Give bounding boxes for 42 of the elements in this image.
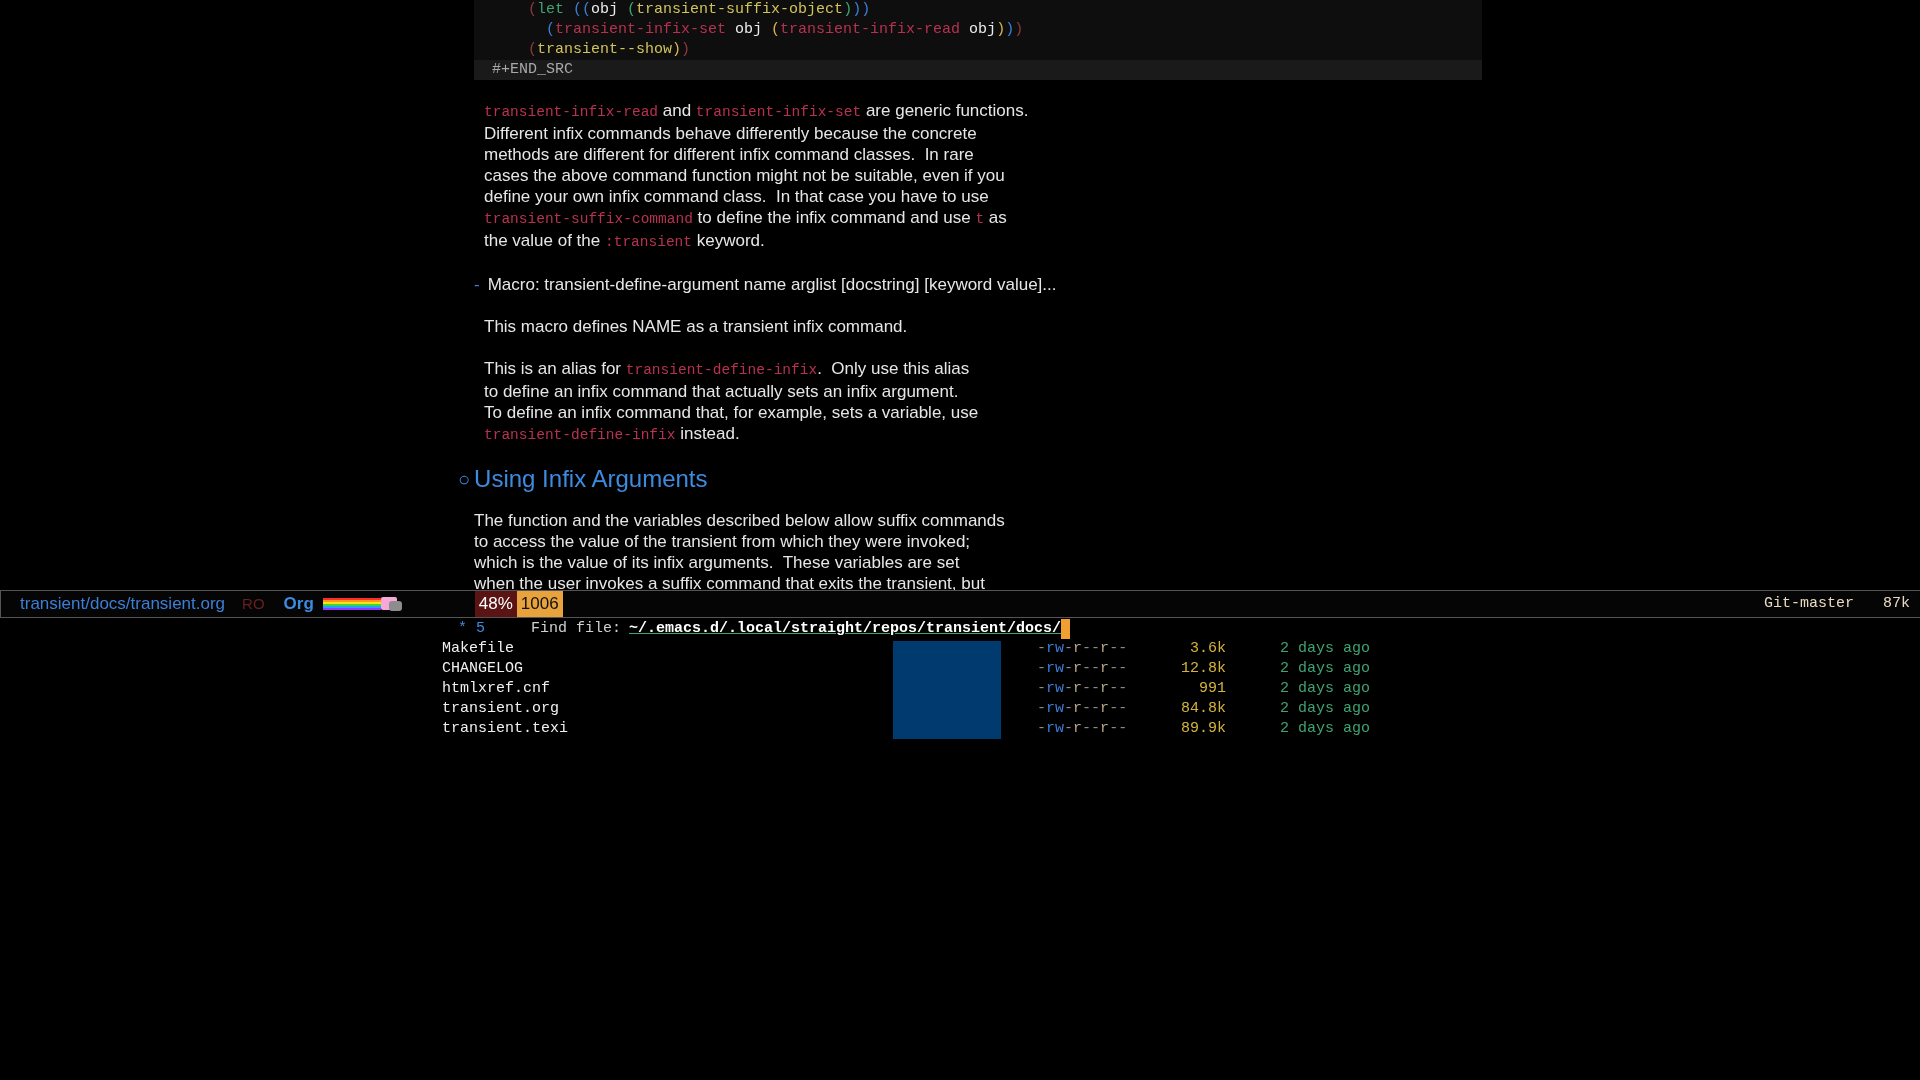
- vcs-branch: Git-master: [1763, 593, 1854, 614]
- file-size: 991: [1198, 679, 1226, 699]
- paragraph: This macro defines NAME as a transient infix command.: [483, 316, 908, 337]
- file-date: 2 days ago: [1280, 639, 1370, 659]
- buffer-name: transient/docs/transient.org: [20, 593, 226, 616]
- buffer-size: 87k: [1883, 593, 1910, 614]
- file-name[interactable]: Makefile: [442, 639, 893, 659]
- heading-bullet: ○: [458, 467, 471, 492]
- section-heading: Using Infix Arguments: [474, 464, 708, 494]
- paragraph: transient-infix-read and transient-infix-set are generic functions. Different infix commands behave differently because the concrete methods are different for different infix command classes. In rare cases the above command function might not be suitable, even if you define your own infix command class. In that case you have to use transient-suffix-command to define the infix command and use t as the value of the :transient keyword.: [483, 100, 1029, 252]
- file-size: 84.8k: [1180, 699, 1226, 719]
- file-date: 2 days ago: [1280, 659, 1370, 679]
- file-date: 2 days ago: [1280, 699, 1370, 719]
- paragraph: This is an alias for transient-define-infix. Only use this alias to define an infix command that actually sets an infix argument. To define an infix command that, for example, sets a variable, use transient-define-infix instead.: [483, 358, 979, 445]
- file-name[interactable]: htmlxref.cnf: [442, 679, 893, 699]
- text-cursor: [1061, 619, 1071, 639]
- file-size: 89.9k: [1180, 719, 1226, 739]
- code-line: (transient--show)): [527, 40, 691, 60]
- buffer-position: 48%: [474, 591, 517, 617]
- file-size: 12.8k: [1180, 659, 1226, 679]
- block-end-marker: #+END_SRC: [474, 60, 1482, 80]
- read-only-indicator: RO: [242, 593, 265, 614]
- candidate-count: * 5: [457, 619, 486, 639]
- file-permissions: -rw-r--r--: [1037, 719, 1127, 739]
- file-date: 2 days ago: [1280, 719, 1370, 739]
- file-size: 3.6k: [1189, 639, 1226, 659]
- file-permissions: -rw-r--r--: [1037, 679, 1127, 699]
- file-name[interactable]: transient.org: [442, 699, 893, 719]
- line-number: 1006: [516, 591, 563, 617]
- file-permissions: -rw-r--r--: [1037, 699, 1127, 719]
- macro-signature: Macro: transient-define-argument name arglist [docstring] [keyword value]...: [487, 274, 1057, 295]
- major-mode: Org: [283, 593, 314, 616]
- prompt-label: Find file:: [531, 619, 621, 639]
- file-permissions: -rw-r--r--: [1037, 639, 1127, 659]
- code-line: (transient-infix-set obj (transient-infix-read obj))): [545, 20, 1024, 40]
- input-field[interactable]: ~/.emacs.d/.local/straight/repos/transient/docs/: [629, 619, 1062, 639]
- file-permissions: -rw-r--r--: [1037, 659, 1127, 679]
- file-date: 2 days ago: [1280, 679, 1370, 699]
- file-name[interactable]: transient.texi: [442, 719, 893, 739]
- list-bullet: -: [474, 274, 480, 295]
- file-name[interactable]: CHANGELOG: [442, 659, 893, 679]
- code-line: (let ((obj (transient-suffix-object))): [527, 0, 871, 20]
